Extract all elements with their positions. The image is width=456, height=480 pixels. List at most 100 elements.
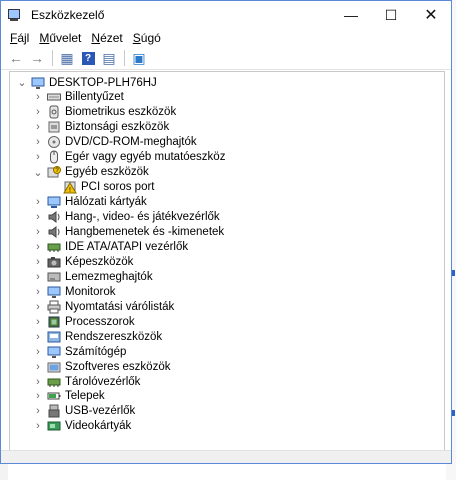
tree-item[interactable]: › Telepek xyxy=(32,389,105,404)
expand-arrow-icon[interactable]: › xyxy=(32,359,44,374)
usb-icon xyxy=(47,404,61,418)
expand-arrow-icon[interactable]: › xyxy=(32,329,44,344)
tree-item-label: Egyéb eszközök xyxy=(65,166,149,179)
audio-io-icon xyxy=(47,225,61,239)
expand-arrow-icon[interactable]: › xyxy=(32,135,44,150)
tree-item[interactable]: › USB-vezérlők xyxy=(32,404,135,419)
scan-hardware-icon[interactable]: ▣ xyxy=(130,49,148,67)
printer-icon xyxy=(47,300,61,314)
expand-arrow-icon[interactable]: › xyxy=(32,254,44,269)
device-manager-window: Eszközkezelő — ☐ ✕ Fájl Művelet Nézet Súgó … xyxy=(0,0,452,464)
disk-drive-icon xyxy=(47,270,61,284)
tree-item-label: Hang-, video- és játékvezérlők xyxy=(65,211,220,224)
tree-item-label: PCI soros port xyxy=(81,181,155,194)
back-icon[interactable]: ← xyxy=(7,49,25,67)
tree-item-label: Hálózati kártyák xyxy=(65,196,147,209)
forward-icon[interactable]: → xyxy=(28,49,46,67)
expand-arrow-icon[interactable]: › xyxy=(32,389,44,404)
toolbar-separator xyxy=(124,50,125,66)
battery-icon xyxy=(47,389,61,403)
tree-item[interactable]: › Hálózati kártyák xyxy=(32,195,147,210)
menu-view[interactable]: Nézet xyxy=(86,31,127,45)
tree-item[interactable]: › Rendszereszközök xyxy=(32,329,162,344)
tree-item[interactable]: › Nyomtatási várólisták xyxy=(32,299,174,314)
expand-arrow-icon[interactable]: › xyxy=(32,210,44,225)
tree-item[interactable]: › DVD/CD-ROM-meghajtók xyxy=(32,135,197,150)
monitor-icon xyxy=(47,285,61,299)
tree-item-label: Videokártyák xyxy=(65,420,132,433)
camera-icon xyxy=(47,255,61,269)
tree-item[interactable]: › Videokártyák xyxy=(32,419,131,434)
tree-item[interactable]: › Billentyűzet xyxy=(32,90,124,105)
tree-item[interactable]: › Egér vagy egyéb mutatóeszköz xyxy=(32,150,225,165)
computer-root-icon xyxy=(31,76,45,90)
expand-arrow-icon[interactable]: › xyxy=(32,225,44,240)
tree-item[interactable]: › Biztonsági eszközök xyxy=(32,120,169,135)
expand-arrow-icon[interactable]: › xyxy=(32,120,44,135)
tree-item-label: Lemezmeghajtók xyxy=(65,270,153,283)
tree-item-label: Biometrikus eszközök xyxy=(65,106,177,119)
tree-item-label: Képeszközök xyxy=(65,255,134,268)
tree-item[interactable]: › Tárolóvezérlők xyxy=(32,374,140,389)
tree-root-label: DESKTOP-PLH76HJ xyxy=(49,76,157,89)
tree-root-computer[interactable]: ⌄ DESKTOP-PLH76HJ xyxy=(16,75,157,90)
toolbar: ← → ▦? ▤ ▣ xyxy=(1,47,451,70)
menu-help[interactable]: Súgó xyxy=(128,31,166,45)
display-adapter-icon xyxy=(47,419,61,433)
tree-item-label: Rendszereszközök xyxy=(65,330,163,343)
tree-item[interactable]: › IDE ATA/ATAPI vezérlők xyxy=(32,239,188,254)
help-icon[interactable]: ? xyxy=(79,49,97,67)
expand-arrow-icon[interactable]: › xyxy=(32,314,44,329)
close-button[interactable]: ✕ xyxy=(411,1,451,29)
title-bar[interactable]: Eszközkezelő — ☐ ✕ xyxy=(1,1,451,29)
tree-item[interactable]: › Hang-, video- és játékvezérlők xyxy=(32,210,220,225)
system-device-icon xyxy=(47,330,61,344)
tree-item[interactable]: › Számítógép xyxy=(32,344,126,359)
minimize-button[interactable]: — xyxy=(331,1,371,29)
collapse-arrow-icon[interactable]: ⌄ xyxy=(32,165,44,180)
svg-text:!: ! xyxy=(69,187,71,194)
expand-arrow-icon[interactable]: › xyxy=(32,150,44,165)
tree-item-label: USB-vezérlők xyxy=(65,405,136,418)
processor-icon xyxy=(47,315,61,329)
maximize-button[interactable]: ☐ xyxy=(371,1,411,29)
tree-item[interactable]: › Lemezmeghajtók xyxy=(32,269,153,284)
properties-icon[interactable]: ▦ xyxy=(58,49,76,67)
menu-file[interactable]: Fájl xyxy=(5,31,34,45)
mouse-icon xyxy=(47,150,61,164)
expand-arrow-icon[interactable]: › xyxy=(32,239,44,254)
tree-item[interactable]: › Szoftveres eszközök xyxy=(32,359,170,374)
expand-arrow-icon[interactable]: › xyxy=(32,105,44,120)
menu-action[interactable]: Művelet xyxy=(34,31,86,45)
expand-arrow-icon[interactable]: › xyxy=(32,284,44,299)
expand-arrow-icon[interactable]: › xyxy=(32,90,44,105)
collapse-arrow-icon[interactable]: ⌄ xyxy=(16,75,28,90)
fingerprint-icon xyxy=(47,105,61,119)
tree-item[interactable]: ! PCI soros port xyxy=(48,180,155,195)
device-manager-app-icon xyxy=(8,8,22,22)
tree-item-label: Billentyűzet xyxy=(65,91,124,104)
tree-item[interactable]: › Biometrikus eszközök xyxy=(32,105,176,120)
tree-item[interactable]: › Processzorok xyxy=(32,314,135,329)
expand-arrow-icon[interactable]: › xyxy=(32,269,44,284)
expand-arrow-icon[interactable]: › xyxy=(32,404,44,419)
tree-item[interactable]: › Monitorok xyxy=(32,284,116,299)
expand-arrow-icon[interactable]: › xyxy=(32,195,44,210)
tree-item-label: Telepek xyxy=(65,390,105,403)
expand-arrow-icon[interactable]: › xyxy=(32,374,44,389)
view-icon[interactable]: ▤ xyxy=(100,49,118,67)
warning-device-icon: ! xyxy=(63,180,77,194)
expand-arrow-icon[interactable]: › xyxy=(32,344,44,359)
tree-item-label: Nyomtatási várólisták xyxy=(65,300,175,313)
storage-controller-icon xyxy=(47,375,61,389)
tree-item[interactable]: › Képeszközök xyxy=(32,254,133,269)
tree-item-label: IDE ATA/ATAPI vezérlők xyxy=(65,240,189,253)
tree-item[interactable]: › Hangbemenetek és -kimenetek xyxy=(32,225,224,240)
device-tree[interactable]: ⌄ DESKTOP-PLH76HJ › Billentyűzet › Biometriku… xyxy=(9,71,445,451)
window-title: Eszközkezelő xyxy=(31,8,105,22)
software-device-icon xyxy=(47,360,61,374)
expand-arrow-icon[interactable]: › xyxy=(32,419,44,434)
tree-item[interactable]: ⌄? Egyéb eszközök xyxy=(32,165,149,180)
expand-arrow-icon[interactable]: › xyxy=(32,299,44,314)
